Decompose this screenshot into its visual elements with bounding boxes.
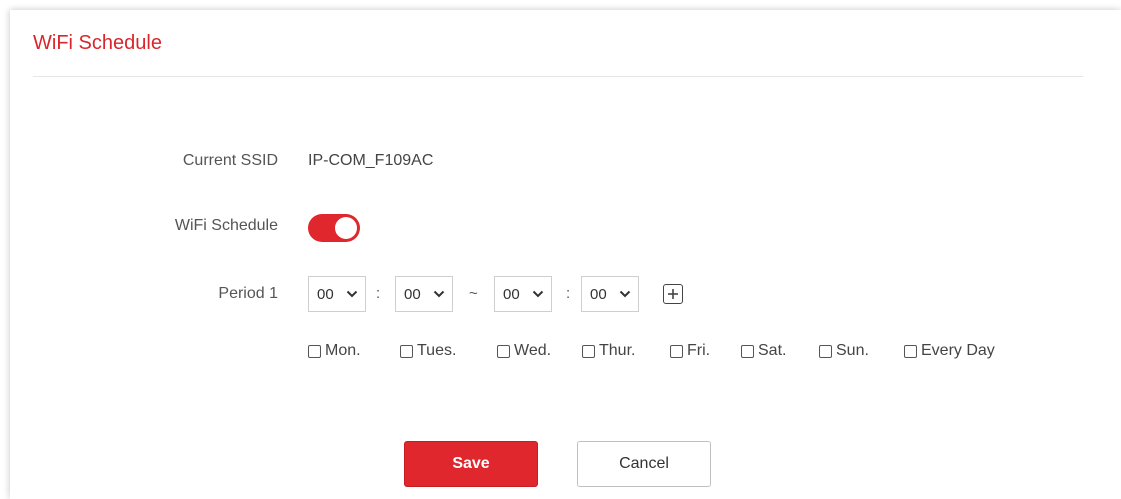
wifi-schedule-toggle[interactable] [308,214,360,242]
day-checkbox-sun[interactable]: Sun. [819,341,869,361]
end-minute-select[interactable]: 00 [581,276,639,312]
day-checkbox-fri[interactable]: Fri. [670,341,710,361]
checkbox-unchecked-icon [741,344,754,358]
checkbox-unchecked-icon [670,344,683,358]
ssid-label: Current SSID [182,152,278,169]
day-checkbox-wed[interactable]: Wed. [497,341,551,361]
start-minute-select[interactable]: 00 [395,276,453,312]
chevron-down-icon [619,290,631,298]
end-hour-value: 00 [503,286,520,303]
wifi-schedule-panel: WiFi Schedule Current SSID IP-COM_F109AC… [10,10,1121,499]
time-separator: : [376,285,381,302]
day-checkbox-sat[interactable]: Sat. [741,341,786,361]
end-minute-value: 00 [590,286,607,303]
checkbox-unchecked-icon [308,344,321,358]
day-label: Sat. [758,342,787,359]
day-checkbox-every-day[interactable]: Every Day [904,341,995,361]
title-divider [33,76,1083,77]
checkbox-unchecked-icon [904,344,917,358]
day-label: Thur. [599,342,636,359]
day-checkbox-thur[interactable]: Thur. [582,341,635,361]
day-label: Mon. [325,342,361,359]
start-hour-value: 00 [317,286,334,303]
toggle-knob [335,217,357,239]
day-label: Sun. [836,342,869,359]
checkbox-unchecked-icon [819,344,832,358]
start-minute-value: 00 [404,286,421,303]
time-separator: : [566,285,571,302]
start-hour-select[interactable]: 00 [308,276,366,312]
page-title: WiFi Schedule [33,32,162,54]
ssid-value: IP-COM_F109AC [308,152,434,169]
cancel-button[interactable]: Cancel [577,441,711,487]
day-checkbox-tues[interactable]: Tues. [400,341,456,361]
day-label: Fri. [687,342,711,359]
day-checkbox-mon[interactable]: Mon. [308,341,361,361]
checkbox-unchecked-icon [497,344,510,358]
add-period-button[interactable] [663,284,683,304]
chevron-down-icon [532,290,544,298]
chevron-down-icon [433,290,445,298]
day-label: Every Day [921,342,995,359]
schedule-label: WiFi Schedule [174,217,278,234]
save-button[interactable]: Save [404,441,538,487]
day-label: Tues. [417,342,457,359]
checkbox-unchecked-icon [400,344,413,358]
plus-icon [668,289,678,299]
chevron-down-icon [346,290,358,298]
end-hour-select[interactable]: 00 [494,276,552,312]
checkbox-unchecked-icon [582,344,595,358]
period-label: Period 1 [218,285,278,302]
day-label: Wed. [514,342,552,359]
range-separator: ~ [469,285,478,302]
